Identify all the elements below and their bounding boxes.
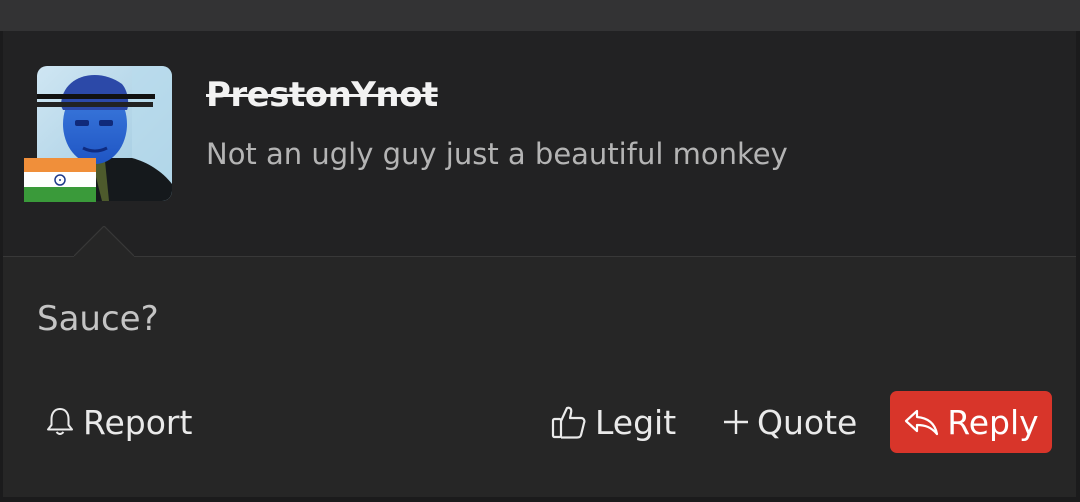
india-flag-icon xyxy=(24,158,96,202)
report-label: Report xyxy=(83,402,193,442)
post-card: PrestonYnot Not an ugly guy just a beaut… xyxy=(3,31,1076,497)
report-button[interactable]: Report xyxy=(43,391,192,453)
author-subtitle: Not an ugly guy just a beautiful monkey xyxy=(206,137,788,171)
author-username[interactable]: PrestonYnot xyxy=(206,75,438,115)
post-author-header: PrestonYnot Not an ugly guy just a beaut… xyxy=(3,31,1076,257)
speech-pointer xyxy=(74,226,134,286)
country-flag xyxy=(24,158,96,202)
top-bar xyxy=(0,0,1080,31)
quote-button[interactable]: Quote xyxy=(721,391,857,453)
thumbs-up-icon xyxy=(549,402,589,442)
reply-arrow-icon xyxy=(903,405,941,439)
quote-label: Quote xyxy=(757,402,858,442)
legit-label: Legit xyxy=(595,402,677,442)
post-message: Sauce? xyxy=(37,299,159,339)
plus-icon xyxy=(721,407,751,437)
legit-button[interactable]: Legit xyxy=(549,391,676,453)
bell-icon xyxy=(43,405,77,439)
reply-button[interactable]: Reply xyxy=(890,391,1052,453)
reply-label: Reply xyxy=(947,402,1039,442)
